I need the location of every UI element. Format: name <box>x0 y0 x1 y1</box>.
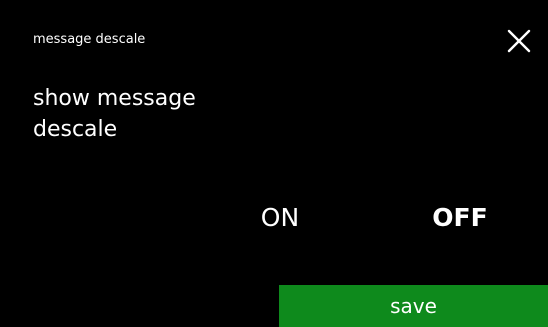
close-icon <box>507 29 531 53</box>
descale-message-screen: message descale show message descale ON … <box>0 0 548 327</box>
option-off[interactable]: OFF <box>420 200 500 236</box>
option-on[interactable]: ON <box>250 200 310 236</box>
setting-label: show message descale <box>33 86 196 142</box>
screen-title: message descale <box>33 32 146 47</box>
close-button[interactable] <box>504 26 534 56</box>
save-button[interactable]: save <box>279 285 548 327</box>
